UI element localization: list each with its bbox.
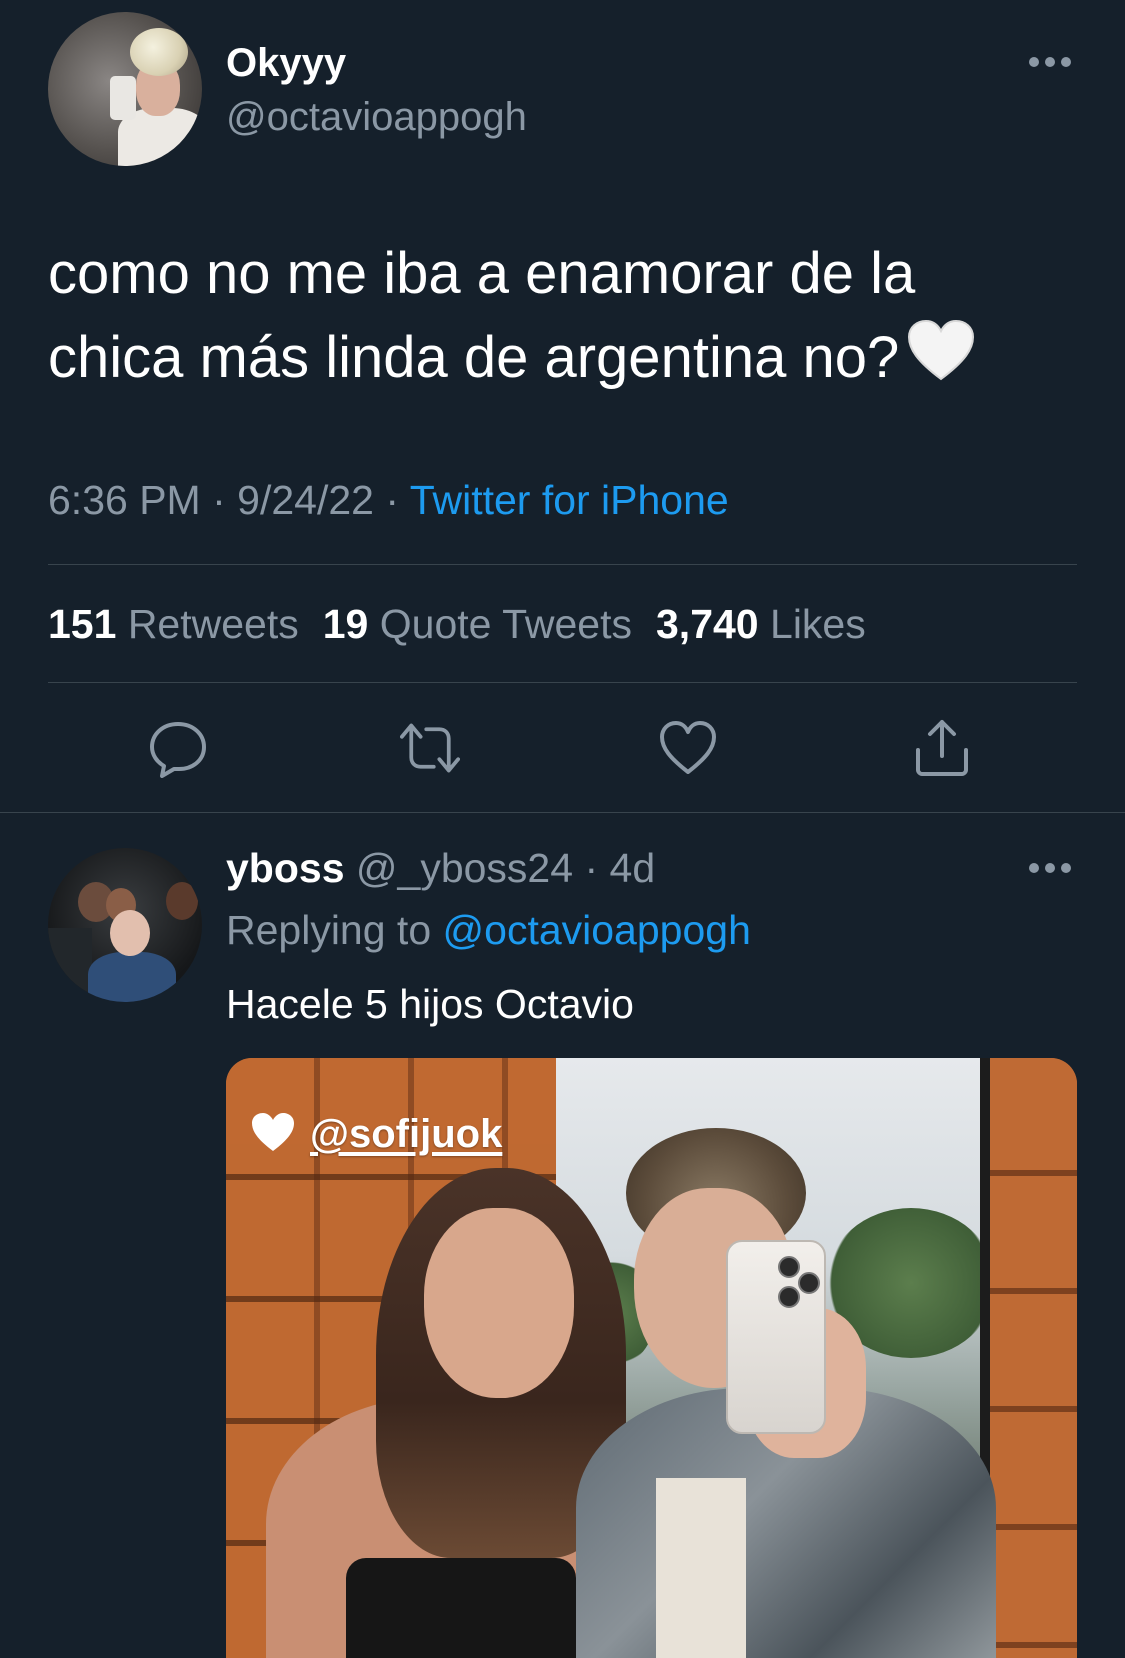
likes-stat[interactable]: 3,740 Likes [656, 601, 866, 647]
tweet-time: 6:36 PM [48, 477, 201, 523]
like-icon[interactable] [658, 718, 718, 778]
avatar-figure [48, 928, 92, 1002]
reply-handle[interactable]: @_yboss24 [356, 845, 573, 891]
author-avatar[interactable] [48, 12, 202, 166]
tweet-text-line2: chica más linda de argentina no? [48, 325, 900, 390]
photo-phone [726, 1240, 826, 1434]
photo-wall [990, 1058, 1077, 1658]
meta-separator: · [385, 477, 400, 523]
reply-display-name[interactable]: yboss [226, 845, 345, 891]
author-handle[interactable]: @octavioappogh [226, 92, 527, 142]
divider [0, 812, 1125, 813]
reply-icon[interactable] [148, 718, 208, 778]
reply-text: Hacele 5 hijos Octavio [226, 981, 634, 1027]
reply-more-options-icon[interactable] [1028, 862, 1072, 874]
white-heart-icon [252, 1113, 294, 1151]
author-display-name[interactable]: Okyyy [226, 38, 346, 88]
tweet-source-link[interactable]: Twitter for iPhone [410, 477, 729, 523]
avatar-phone [110, 76, 136, 120]
share-icon[interactable] [912, 718, 972, 778]
divider [48, 682, 1077, 683]
reply-media-photo[interactable]: @sofijuok [226, 1058, 1077, 1658]
replying-prefix: Replying to [226, 907, 432, 953]
photo-person [424, 1208, 574, 1398]
camera-lens [778, 1286, 800, 1308]
reply-separator: · [584, 845, 599, 891]
avatar-figure [88, 952, 176, 1002]
photo-person [346, 1558, 576, 1658]
tweet-date: 9/24/22 [237, 477, 374, 523]
tweet-stats: 151 Retweets 19 Quote Tweets 3,740 Likes [48, 598, 866, 650]
avatar-figure [110, 910, 150, 956]
more-options-icon[interactable] [1028, 56, 1072, 68]
avatar-hair [130, 28, 188, 76]
tweet-text-line1: como no me iba a enamorar de la [48, 241, 916, 306]
replying-to-mention[interactable]: @octavioappogh [443, 907, 751, 953]
replying-to: Replying to @octavioappogh [226, 904, 751, 956]
retweets-stat[interactable]: 151 Retweets [48, 601, 299, 647]
tweet-meta: 6:36 PM · 9/24/22 · Twitter for iPhone [48, 474, 729, 526]
camera-lens [778, 1256, 800, 1278]
avatar-figure [166, 882, 198, 920]
reply-age: 4d [609, 845, 656, 891]
divider [48, 564, 1077, 565]
reply-header: yboss @_yboss24 · 4d [226, 842, 655, 894]
retweet-icon[interactable] [400, 718, 460, 778]
tweet-text: como no me iba a enamorar de la chica má… [48, 232, 1088, 400]
reply-author-avatar[interactable] [48, 848, 202, 1002]
photo-caption: @sofijuok [250, 1110, 502, 1158]
photo-caption-tag: @sofijuok [310, 1112, 503, 1156]
photo-person [656, 1478, 746, 1658]
camera-lens [798, 1272, 820, 1294]
white-heart-icon [908, 319, 975, 381]
quotes-stat[interactable]: 19 Quote Tweets [323, 601, 632, 647]
meta-separator: · [212, 477, 226, 523]
